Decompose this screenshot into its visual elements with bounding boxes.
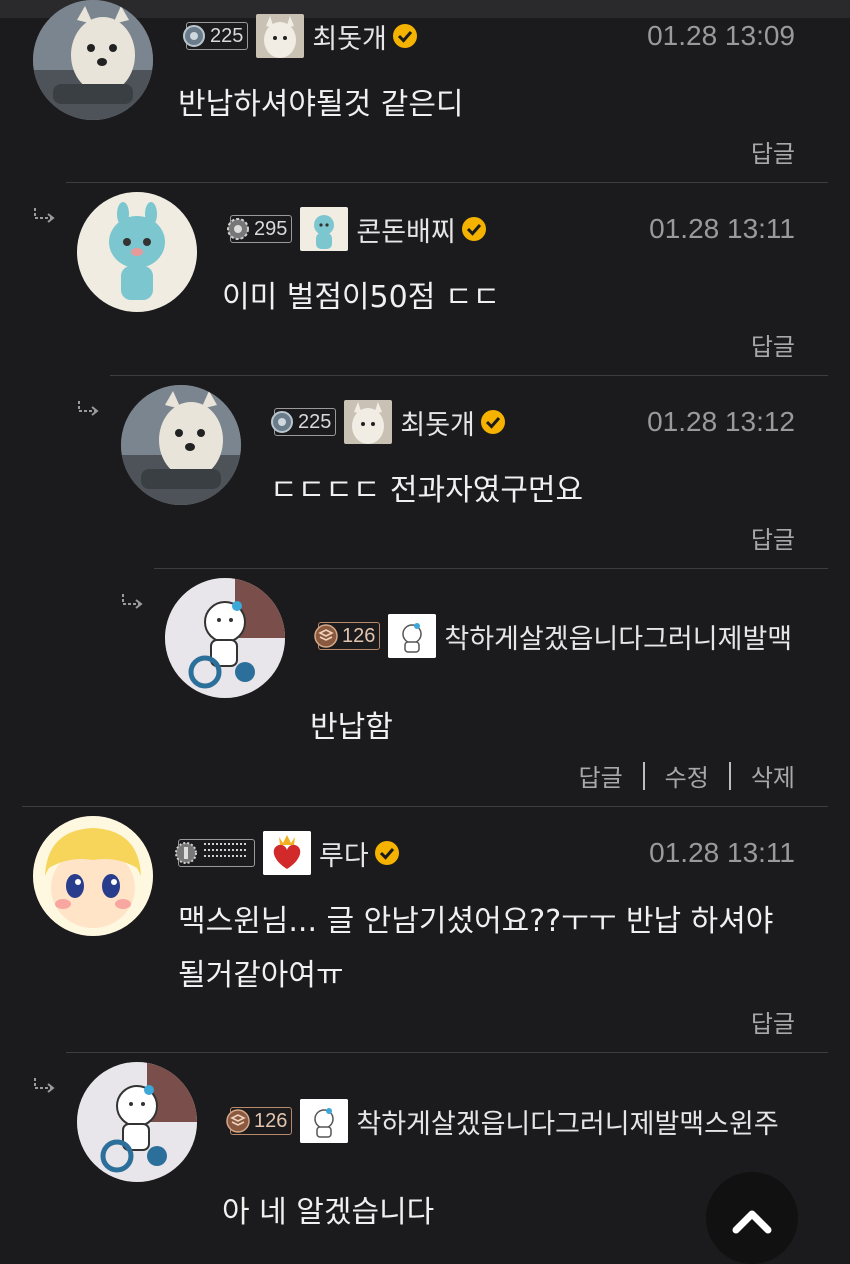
comment-meta: 295 콘돈배찌 xyxy=(227,207,487,251)
nickname[interactable]: 착하게살겠읍니다그러니제발맥스윈주 xyxy=(356,1102,778,1141)
level-gear-icon xyxy=(227,218,249,240)
level-badge: 295 xyxy=(227,215,293,243)
level-badge: 225 xyxy=(183,22,249,50)
level-number: 295 xyxy=(254,217,288,240)
nickname[interactable]: 최돗개 xyxy=(400,403,475,442)
comment-meta: 225 최돗개 xyxy=(271,400,506,444)
edit-button[interactable]: 수정 xyxy=(665,758,709,793)
reply-button[interactable]: 답글 xyxy=(751,1004,795,1039)
nickname[interactable]: 루다 xyxy=(319,834,369,873)
reply-button[interactable]: 답글 xyxy=(751,327,795,362)
comment-actions: 답글 xyxy=(751,134,795,169)
reply-button[interactable]: 답글 xyxy=(751,520,795,555)
user-flair-image[interactable] xyxy=(300,207,349,251)
reply-arrow-icon xyxy=(34,208,55,223)
avatar[interactable] xyxy=(77,1062,197,1182)
comment-text: 반납함 xyxy=(310,710,393,745)
verified-check-icon xyxy=(392,24,417,48)
comment-text: 반납하셔야될것 같은디 xyxy=(178,87,464,122)
level-badge: 126 xyxy=(314,622,381,650)
verified-check-icon xyxy=(480,410,505,434)
comment-text: ㄷㄷㄷㄷ 전과자였구먼요 xyxy=(270,473,584,508)
comment-actions: 답글 xyxy=(751,327,795,362)
user-flair-image[interactable] xyxy=(300,1099,349,1143)
separator xyxy=(642,761,645,790)
comment-actions: 답글 xyxy=(751,1004,795,1039)
level-number: 225 xyxy=(210,24,244,47)
comment-actions: 답글 수정 삭제 xyxy=(578,758,795,793)
divider xyxy=(22,806,828,807)
level-hidden-icon xyxy=(175,842,197,864)
comment-text: 맥스윈님... 글 안남기셨어요??ㅜㅜ 반납 하셔야 될거같아여ㅠ xyxy=(178,904,774,993)
level-number: 126 xyxy=(342,624,376,647)
avatar[interactable] xyxy=(165,578,285,698)
delete-button[interactable]: 삭제 xyxy=(751,758,795,793)
comment-meta: 루다 xyxy=(175,831,400,875)
comment-text: 이미 벌점이50점 ㄷㄷ xyxy=(222,280,501,315)
user-flair-image[interactable] xyxy=(388,614,437,658)
comment-time: 01.28 13:11 xyxy=(649,837,795,868)
level-masked-icon xyxy=(204,843,248,857)
separator xyxy=(728,761,731,790)
divider xyxy=(66,182,828,183)
level-layers-icon xyxy=(226,1109,250,1133)
level-number: 225 xyxy=(298,410,332,433)
divider xyxy=(66,1052,828,1053)
reply-arrow-icon xyxy=(78,401,99,416)
comment-meta: 225 최돗개 xyxy=(183,14,418,58)
level-layers-icon xyxy=(314,624,338,648)
level-badge: 225 xyxy=(271,408,337,436)
avatar[interactable] xyxy=(33,0,153,120)
user-flair-image[interactable] xyxy=(256,14,305,58)
comment-time: 01.28 13:09 xyxy=(647,20,795,51)
level-gear-icon xyxy=(271,411,293,433)
divider xyxy=(110,375,828,376)
verified-check-icon xyxy=(374,841,399,865)
divider xyxy=(154,568,828,569)
nickname[interactable]: 착하게살겠읍니다그러니제발맥 xyxy=(444,617,792,656)
reply-button[interactable]: 답글 xyxy=(751,134,795,169)
avatar[interactable] xyxy=(77,192,197,312)
comment-actions: 답글 xyxy=(751,520,795,555)
level-number: 126 xyxy=(254,1109,288,1132)
nickname[interactable]: 콘돈배찌 xyxy=(356,210,455,249)
reply-arrow-icon xyxy=(122,594,143,609)
scroll-to-top-button[interactable] xyxy=(706,1172,798,1264)
verified-check-icon xyxy=(461,217,486,241)
user-flair-image[interactable] xyxy=(344,400,393,444)
level-badge xyxy=(175,839,255,867)
avatar[interactable] xyxy=(121,385,241,505)
comment-text: 아 네 알겠습니다 xyxy=(222,1195,435,1230)
level-gear-icon xyxy=(183,25,205,47)
level-badge: 126 xyxy=(226,1107,293,1135)
comment-time: 01.28 13:12 xyxy=(647,406,795,437)
comment-meta: 126 착하게살겠읍니다그러니제발맥스윈주 xyxy=(226,1099,779,1143)
level-number xyxy=(199,840,250,866)
reply-arrow-icon xyxy=(34,1078,55,1093)
reply-button[interactable]: 답글 xyxy=(578,758,622,793)
user-flair-image[interactable] xyxy=(263,831,311,875)
nickname[interactable]: 최돗개 xyxy=(312,17,387,56)
avatar[interactable] xyxy=(33,816,153,936)
comment-time: 01.28 13:11 xyxy=(649,213,795,244)
comment-meta: 126 착하게살겠읍니다그러니제발맥 xyxy=(314,614,792,658)
chevron-up-icon xyxy=(732,1210,772,1234)
